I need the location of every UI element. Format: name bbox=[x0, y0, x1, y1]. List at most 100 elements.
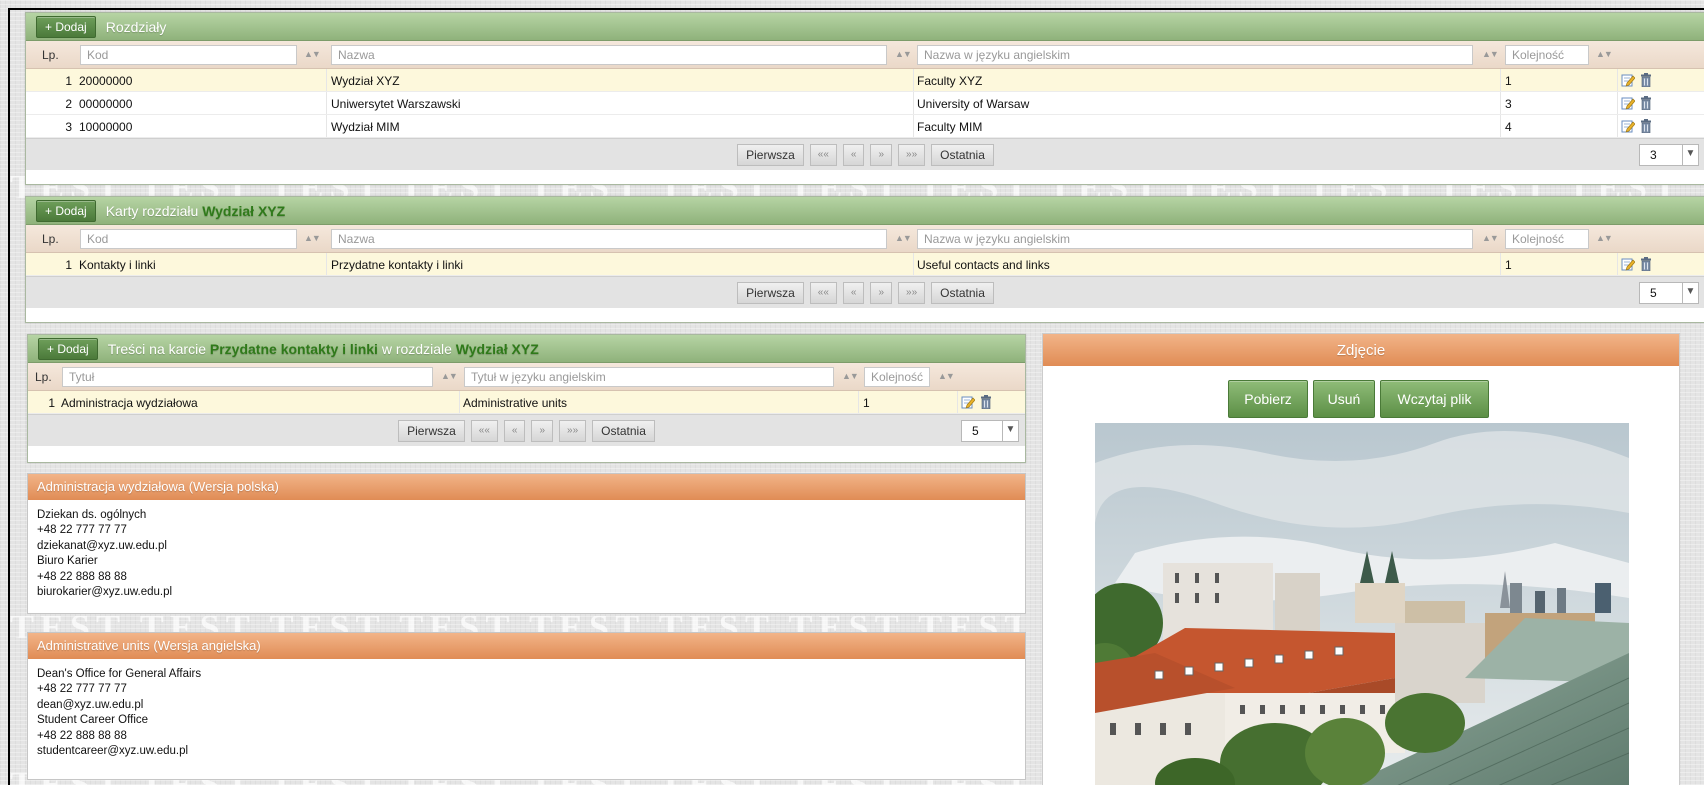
cell-nazwa: Wydział XYZ bbox=[331, 74, 400, 88]
pager-first-button[interactable]: Pierwsza bbox=[737, 281, 804, 304]
pager-fast-back-button[interactable]: «« bbox=[809, 281, 837, 304]
cell-kod: 10000000 bbox=[79, 120, 133, 134]
download-button[interactable]: Pobierz bbox=[1228, 380, 1308, 418]
pager-fast-forward-button[interactable]: »» bbox=[898, 281, 926, 304]
pager-last-button[interactable]: Ostatnia bbox=[931, 281, 994, 304]
add-tresc-button[interactable]: + Dodaj bbox=[38, 337, 98, 360]
page-size-select[interactable]: 3 ▼ bbox=[1639, 144, 1699, 166]
panel-line: +48 22 777 77 77 bbox=[37, 683, 127, 696]
title-prefix: Karty rozdziału bbox=[105, 202, 199, 219]
pager-first-button[interactable]: Pierwsza bbox=[737, 143, 804, 166]
filter-kod-input[interactable]: Kod bbox=[80, 45, 297, 65]
pager-next-button[interactable]: » bbox=[870, 143, 893, 166]
pager: Pierwsza «« « » »» Ostatnia 3 ▼ bbox=[26, 138, 1704, 170]
pager: Pierwsza «« « » »» Ostatnia 5 ▼ bbox=[26, 276, 1704, 308]
table-row[interactable]: 1 20000000 Wydział XYZ Faculty XYZ 1 bbox=[26, 69, 1704, 92]
cell-lp: 1 bbox=[48, 396, 55, 410]
edit-icon[interactable] bbox=[1621, 257, 1636, 271]
page-size-select[interactable]: 5 ▼ bbox=[1639, 282, 1699, 304]
table-row[interactable]: 2 00000000 Uniwersytet Warszawski Universit… bbox=[26, 92, 1704, 115]
sort-icon[interactable]: ▲▼ bbox=[1596, 49, 1613, 59]
pager-prev-button[interactable]: « bbox=[842, 143, 865, 166]
filter-kod-input[interactable]: Kod bbox=[80, 229, 297, 249]
filter-row: Lp. Kod ▲▼ Nazwa ▲▼ Nazwa w języku angie… bbox=[26, 225, 1704, 253]
filter-tytul-input[interactable]: Tytuł bbox=[62, 367, 433, 387]
title-mid: w rozdziale bbox=[381, 340, 452, 357]
pager-next-button[interactable]: » bbox=[870, 281, 893, 304]
sort-icon[interactable]: ▲▼ bbox=[1482, 49, 1499, 59]
filter-tytul-en-input[interactable]: Tytuł w języku angielskim bbox=[464, 367, 834, 387]
photo-panel: Zdjęcie Pobierz Usuń Wczytaj plik bbox=[1042, 333, 1680, 785]
table-row[interactable]: 3 10000000 Wydział MIM Faculty MIM 4 bbox=[26, 115, 1704, 138]
sort-icon[interactable]: ▲▼ bbox=[441, 371, 458, 381]
edit-icon[interactable] bbox=[1621, 119, 1636, 133]
pager-last-button[interactable]: Ostatnia bbox=[592, 419, 655, 442]
filter-kolejnosc-input[interactable]: Kolejność bbox=[1505, 45, 1589, 65]
panel-title: Administrative units (Wersja angielska) bbox=[28, 633, 1025, 659]
sort-icon[interactable]: ▲▼ bbox=[304, 233, 321, 243]
cell-kolejnosc: 4 bbox=[1505, 120, 1512, 134]
sort-icon[interactable]: ▲▼ bbox=[938, 371, 955, 381]
filter-nazwa-input[interactable]: Nazwa bbox=[331, 229, 887, 249]
trash-icon[interactable] bbox=[979, 395, 993, 410]
app-frame: TEST TEST TEST TEST TEST TEST TEST TEST … bbox=[8, 8, 1704, 785]
trash-icon[interactable] bbox=[1639, 257, 1653, 272]
panel-line: Student Career Office bbox=[37, 714, 149, 727]
trash-icon[interactable] bbox=[1639, 73, 1653, 88]
sort-icon[interactable]: ▲▼ bbox=[304, 49, 321, 59]
pager-prev-button[interactable]: « bbox=[503, 419, 526, 442]
edit-icon[interactable] bbox=[1621, 73, 1636, 87]
filter-kolejnosc-input[interactable]: Kolejność bbox=[1505, 229, 1589, 249]
panel-line: studentcareer@xyz.uw.edu.pl bbox=[37, 745, 189, 758]
add-karta-button[interactable]: + Dodaj bbox=[36, 199, 96, 222]
sort-icon[interactable]: ▲▼ bbox=[1482, 233, 1499, 243]
sort-icon[interactable]: ▲▼ bbox=[895, 49, 912, 59]
add-rozdzial-button[interactable]: + Dodaj bbox=[36, 15, 96, 38]
pager-first-button[interactable]: Pierwsza bbox=[398, 419, 465, 442]
pager-next-button[interactable]: » bbox=[531, 419, 554, 442]
pager: Pierwsza «« « » »» Ostatnia 5 ▼ bbox=[28, 414, 1025, 446]
table-row[interactable]: 1 Administracja wydziałowa Administrative … bbox=[28, 391, 1025, 414]
col-lp: Lp. bbox=[42, 48, 59, 62]
trash-icon[interactable] bbox=[1639, 96, 1653, 111]
grid-header: + Dodaj Rozdziały bbox=[26, 13, 1704, 41]
cell-lp: 2 bbox=[65, 97, 72, 111]
cell-nazwa-en: Faculty MIM bbox=[917, 120, 983, 134]
sort-icon[interactable]: ▲▼ bbox=[1596, 233, 1613, 243]
sort-icon[interactable]: ▲▼ bbox=[895, 233, 912, 243]
karty-grid: + Dodaj Karty rozdziału Wydział XYZ Lp. … bbox=[25, 196, 1704, 323]
pager-fast-back-button[interactable]: «« bbox=[470, 419, 498, 442]
page-size-select[interactable]: 5 ▼ bbox=[961, 420, 1019, 442]
chevron-down-icon: ▼ bbox=[1682, 283, 1698, 303]
cell-lp: 1 bbox=[65, 258, 72, 272]
panel-line: Dziekan ds. ogólnych bbox=[37, 509, 147, 521]
filter-row: Lp. Tytuł ▲▼ Tytuł w języku angielskim ▲… bbox=[28, 363, 1025, 391]
filter-nazwa-input[interactable]: Nazwa bbox=[331, 45, 887, 65]
panel-line: +48 22 777 77 77 bbox=[37, 524, 127, 537]
pager-last-button[interactable]: Ostatnia bbox=[931, 143, 994, 166]
pager-prev-button[interactable]: « bbox=[842, 281, 865, 304]
pager-fast-forward-button[interactable]: »» bbox=[559, 419, 587, 442]
upload-file-button[interactable]: Wczytaj plik bbox=[1380, 380, 1489, 418]
delete-button[interactable]: Usuń bbox=[1313, 380, 1375, 418]
sort-icon[interactable]: ▲▼ bbox=[842, 371, 859, 381]
table-row[interactable]: 1 Kontakty i linki Przydatne kontakty i li… bbox=[26, 253, 1704, 276]
trash-icon[interactable] bbox=[1639, 119, 1653, 134]
panel-line: Dean's Office for General Affairs bbox=[37, 668, 202, 680]
grid-header: + Dodaj Karty rozdziału Wydział XYZ bbox=[26, 197, 1704, 225]
edit-icon[interactable] bbox=[1621, 96, 1636, 110]
photo-panel-title: Zdjęcie bbox=[1043, 334, 1679, 366]
cell-nazwa-en: Useful contacts and links bbox=[917, 258, 1050, 272]
cell-nazwa: Uniwersytet Warszawski bbox=[331, 97, 461, 111]
edit-icon[interactable] bbox=[961, 395, 976, 409]
pager-fast-back-button[interactable]: «« bbox=[809, 143, 837, 166]
pager-fast-forward-button[interactable]: »» bbox=[898, 143, 926, 166]
filter-nazwa-en-input[interactable]: Nazwa w języku angielskim bbox=[917, 45, 1473, 65]
page-size-value: 5 bbox=[1650, 286, 1657, 300]
filter-kolejnosc-input[interactable]: Kolejność bbox=[864, 367, 930, 387]
filter-row: Lp. Kod ▲▼ Nazwa ▲▼ Nazwa w języku angie… bbox=[26, 41, 1704, 69]
cell-tytul-en: Administrative units bbox=[463, 396, 568, 410]
cell-kolejnosc: 1 bbox=[1505, 74, 1512, 88]
panel-line: dean@xyz.uw.edu.pl bbox=[37, 698, 144, 711]
filter-nazwa-en-input[interactable]: Nazwa w języku angielskim bbox=[917, 229, 1473, 249]
